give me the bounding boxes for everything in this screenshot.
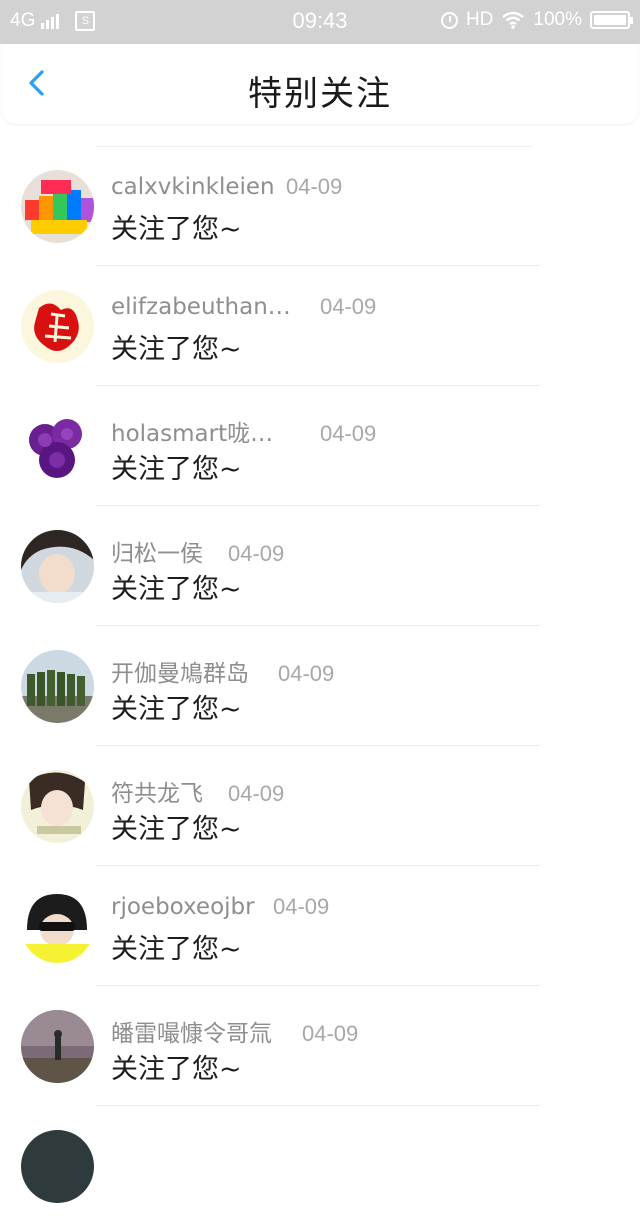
alarm-icon (440, 11, 458, 29)
page-title: 特别关注 (248, 74, 392, 114)
list-item[interactable]: elifzabeuthan… 04-09 关注了您~ (0, 266, 640, 386)
item-message: 关注了您~ (111, 694, 242, 725)
status-bar: 4G S 09:43 HD 100% (0, 0, 640, 44)
item-message: 关注了您~ (111, 1054, 242, 1085)
name-line: rjoeboxeojbr 04-09 (111, 894, 329, 920)
nav-bar: 特别关注 (2, 44, 638, 124)
item-message: 关注了您~ (111, 214, 242, 245)
avatar[interactable] (21, 770, 94, 843)
avatar[interactable] (21, 170, 94, 243)
item-date: 04-09 (320, 421, 377, 446)
user-name: 归松一侯 (111, 541, 203, 567)
avatar[interactable] (21, 1010, 94, 1083)
name-line: 开伽曼鳩群岛 04-09 (111, 654, 334, 688)
avatar[interactable] (21, 890, 94, 963)
user-name: 皤雷嘬慷令哥氚 (111, 1021, 272, 1047)
list-item[interactable]: 皤雷嘬慷令哥氚 04-09 关注了您~ (0, 986, 640, 1106)
list-item[interactable]: rjoeboxeojbr 04-09 关注了您~ (0, 866, 640, 986)
item-date: 04-09 (228, 781, 285, 806)
item-message: 关注了您~ (111, 454, 242, 485)
user-name: rjoeboxeojbr (111, 894, 255, 920)
battery-icon (590, 11, 633, 29)
user-name: elifzabeuthan… (111, 294, 291, 320)
item-date: 04-09 (286, 174, 343, 199)
status-right: HD 100% (440, 9, 633, 31)
follow-list: calxvkinkleien 04-09 关注了您~ elifzabeuthan… (0, 146, 640, 1226)
list-item[interactable]: 归松一侯 04-09 关注了您~ (0, 506, 640, 626)
list-item[interactable]: holasmart咙… 04-09 关注了您~ (0, 386, 640, 506)
user-name: 符共龙飞 (111, 781, 203, 807)
item-date: 04-09 (228, 541, 285, 566)
avatar[interactable] (21, 650, 94, 723)
list-item[interactable]: 开伽曼鳩群岛 04-09 关注了您~ (0, 626, 640, 746)
name-line: holasmart咙… 04-09 (111, 414, 376, 448)
name-line: calxvkinkleien 04-09 (111, 174, 342, 200)
user-name: holasmart咙… (111, 421, 274, 447)
item-message: 关注了您~ (111, 334, 242, 365)
list-item[interactable]: calxvkinkleien 04-09 关注了您~ (0, 146, 640, 266)
avatar[interactable] (21, 410, 94, 483)
item-date: 04-09 (278, 661, 335, 686)
name-line: 符共龙飞 04-09 (111, 774, 284, 808)
list-item[interactable]: 符共龙飞 04-09 关注了您~ (0, 746, 640, 866)
avatar[interactable] (21, 290, 94, 363)
battery-percent: 100% (533, 9, 582, 30)
avatar[interactable] (21, 1130, 94, 1203)
hd-indicator: HD (465, 9, 494, 30)
name-line: 归松一侯 04-09 (111, 534, 284, 568)
name-line: elifzabeuthan… 04-09 (111, 294, 376, 320)
name-line: 皤雷嘬慷令哥氚 04-09 (111, 1014, 358, 1048)
item-date: 04-09 (273, 894, 330, 919)
item-message: 关注了您~ (111, 934, 242, 965)
item-message: 关注了您~ (111, 814, 242, 845)
wifi-icon (502, 11, 525, 29)
list-item[interactable] (0, 1106, 640, 1226)
user-name: 开伽曼鳩群岛 (111, 661, 249, 687)
item-date: 04-09 (320, 294, 377, 319)
avatar[interactable] (21, 530, 94, 603)
item-message: 关注了您~ (111, 574, 242, 605)
user-name: calxvkinkleien (111, 174, 275, 200)
item-date: 04-09 (302, 1021, 359, 1046)
